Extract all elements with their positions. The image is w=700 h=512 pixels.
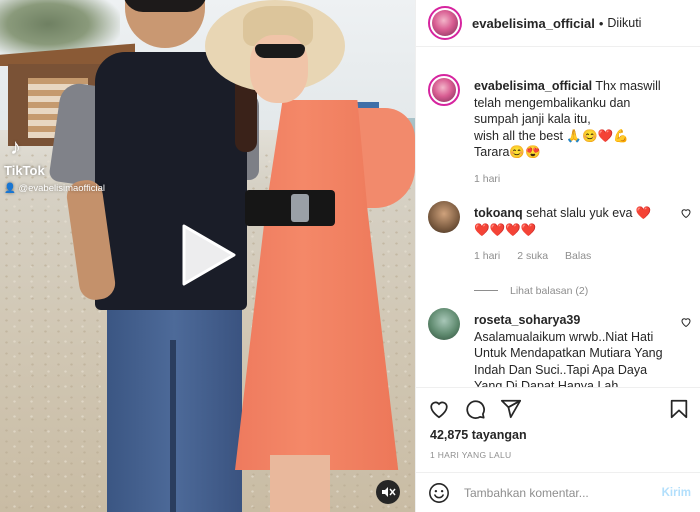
view-replies-text: Lihat balasan (2) bbox=[510, 284, 589, 297]
view-replies-line bbox=[474, 290, 498, 292]
comment-time: 1 hari bbox=[474, 250, 501, 262]
action-icons bbox=[428, 398, 690, 422]
woman-legs bbox=[270, 455, 330, 512]
caption-text-2: wish all the best 🙏😊❤️💪 bbox=[474, 128, 629, 143]
caption-body: evabelisima_official Thx maswill telah m… bbox=[474, 78, 674, 187]
comment-body: roseta_soharya39 Asalamualaikum wrwb..Ni… bbox=[474, 312, 674, 387]
heart-outline-icon[interactable] bbox=[680, 207, 692, 219]
sound-off-icon[interactable] bbox=[376, 480, 400, 504]
avatar[interactable] bbox=[428, 6, 462, 40]
comment-avatar[interactable] bbox=[428, 201, 460, 233]
play-icon[interactable] bbox=[176, 224, 238, 286]
person-icon: 👤 bbox=[4, 183, 19, 194]
comment-body: tokoanq sehat slalu yuk eva ❤️ ❤️❤️❤️❤️ … bbox=[474, 205, 674, 299]
view-count: 42,875 tayangan bbox=[430, 428, 527, 442]
separator-dot: • bbox=[598, 15, 604, 31]
caption-text-3: Tarara😊😍 bbox=[474, 145, 541, 159]
tiktok-brand: TikTok bbox=[4, 163, 45, 178]
caption-avatar-image bbox=[432, 78, 456, 102]
avatar-image bbox=[432, 10, 458, 36]
comment-text: sehat slalu yuk eva ❤️ bbox=[522, 206, 652, 220]
man-hair bbox=[123, 0, 207, 12]
comment-avatar[interactable] bbox=[428, 308, 460, 340]
action-bar: 42,875 tayangan 1 HARI YANG LALU bbox=[416, 387, 700, 472]
heart-outline-icon[interactable] bbox=[680, 316, 692, 328]
share-icon[interactable] bbox=[500, 398, 522, 420]
view-replies-button[interactable]: Lihat balasan (2) bbox=[474, 283, 674, 300]
tiktok-handle-text: @evabelisimaofficial bbox=[18, 183, 106, 194]
follow-status-button[interactable]: Diikuti bbox=[607, 16, 641, 30]
belt-buckle bbox=[291, 194, 309, 222]
header-username[interactable]: evabelisima_official bbox=[472, 16, 595, 31]
comment-text: Asalamualaikum wrwb..Niat Hati Untuk Men… bbox=[474, 329, 663, 388]
tiktok-logo-icon: ♪ bbox=[10, 134, 21, 159]
comment-composer: Kirim bbox=[416, 472, 700, 512]
caption-avatar[interactable] bbox=[428, 74, 460, 106]
comment-icon[interactable] bbox=[464, 398, 486, 420]
comments-list[interactable]: evabelisima_official Thx maswill telah m… bbox=[416, 60, 700, 387]
bookmark-icon[interactable] bbox=[668, 398, 690, 420]
post-panel: evabelisima_official • Diikuti evabelisi… bbox=[415, 0, 700, 512]
black-belt bbox=[245, 190, 335, 226]
post-header: evabelisima_official • Diikuti bbox=[416, 0, 700, 47]
comment-meta: 1 hari 2 suka Balas bbox=[474, 248, 674, 265]
comment-likes[interactable]: 2 suka bbox=[517, 250, 548, 262]
post-time: 1 HARI YANG LALU bbox=[430, 450, 512, 460]
emoji-icon[interactable] bbox=[428, 482, 450, 504]
caption-meta: 1 hari bbox=[474, 171, 674, 188]
comment-username[interactable]: tokoanq bbox=[474, 206, 523, 220]
tiktok-handle: 👤 @evabelisimaofficial bbox=[4, 183, 105, 194]
video-player[interactable]: ♪ TikTok 👤 @evabelisimaofficial bbox=[0, 0, 415, 512]
send-button[interactable]: Kirim bbox=[662, 487, 691, 499]
man-jeans-gap bbox=[170, 340, 176, 512]
comment-username[interactable]: roseta_soharya39 bbox=[474, 313, 580, 327]
caption-username[interactable]: evabelisima_official bbox=[474, 79, 592, 93]
comment-text-2: ❤️❤️❤️❤️ bbox=[474, 222, 537, 237]
heart-icon[interactable] bbox=[428, 398, 450, 420]
caption-time: 1 hari bbox=[474, 172, 501, 185]
sunglasses bbox=[255, 44, 305, 58]
reply-button[interactable]: Balas bbox=[565, 250, 591, 262]
comment-input[interactable] bbox=[464, 485, 654, 500]
